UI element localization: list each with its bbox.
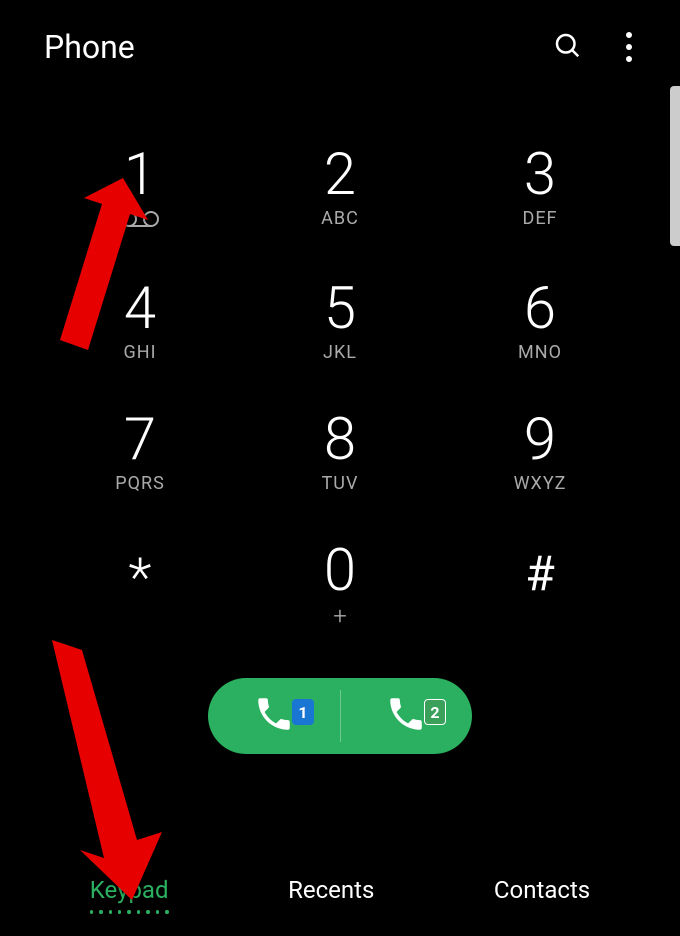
key-4[interactable]: 4 GHI <box>60 280 220 363</box>
key-9[interactable]: 9 WXYZ <box>460 411 620 494</box>
sim1-badge: 1 <box>292 699 314 725</box>
keypad: 1 2 ABC 3 DEF 4 GHI 5 JKL <box>0 146 680 630</box>
call-buttons: 1 2 <box>0 678 680 754</box>
call-sim2-button[interactable]: 2 <box>340 693 472 739</box>
call-pill: 1 2 <box>208 678 472 754</box>
app-header: Phone <box>0 0 680 86</box>
key-hash[interactable]: # <box>460 542 620 630</box>
key-5[interactable]: 5 JKL <box>260 280 420 363</box>
key-8[interactable]: 8 TUV <box>260 411 420 494</box>
tab-label: Keypad <box>90 876 169 904</box>
key-3[interactable]: 3 DEF <box>460 146 620 232</box>
tab-recents[interactable]: Recents <box>288 876 374 912</box>
phone-icon <box>385 693 427 739</box>
key-sub: TUV <box>322 473 359 494</box>
key-sub: DEF <box>523 208 558 229</box>
key-digit: # <box>525 550 555 598</box>
key-sub: PQRS <box>115 473 165 494</box>
tab-label: Contacts <box>494 876 590 904</box>
key-digit: 7 <box>124 411 156 469</box>
key-digit: 2 <box>324 146 356 204</box>
tab-contacts[interactable]: Contacts <box>494 876 590 912</box>
key-sub: MNO <box>518 342 562 363</box>
scroll-edge <box>670 86 680 246</box>
key-sub: + <box>333 602 347 630</box>
key-digit: 1 <box>124 146 156 204</box>
key-6[interactable]: 6 MNO <box>460 280 620 363</box>
tab-active-indicator <box>90 910 169 914</box>
key-7[interactable]: 7 PQRS <box>60 411 220 494</box>
key-digit: 0 <box>324 542 356 600</box>
key-digit: 5 <box>324 280 356 338</box>
key-digit: 8 <box>324 411 356 469</box>
search-icon[interactable] <box>552 30 582 64</box>
key-sub: JKL <box>323 342 357 363</box>
sim2-badge: 2 <box>424 699 446 725</box>
bottom-tabs: Keypad Recents Contacts <box>0 876 680 912</box>
key-1[interactable]: 1 <box>60 146 220 232</box>
header-actions <box>552 28 636 66</box>
more-icon[interactable] <box>622 28 636 66</box>
key-digit: 3 <box>524 146 556 204</box>
key-sub: ABC <box>321 208 359 229</box>
tab-keypad[interactable]: Keypad <box>90 876 169 912</box>
key-digit: 6 <box>524 280 556 338</box>
key-0[interactable]: 0 + <box>260 542 420 630</box>
call-sim1-button[interactable]: 1 <box>208 693 340 739</box>
key-2[interactable]: 2 ABC <box>260 146 420 232</box>
key-sub: GHI <box>124 342 157 363</box>
key-star[interactable]: * <box>60 542 220 630</box>
phone-icon <box>253 693 295 739</box>
key-digit: 9 <box>524 411 556 469</box>
key-digit: 4 <box>124 280 156 338</box>
key-digit: * <box>129 552 152 606</box>
voicemail-icon <box>120 210 160 232</box>
app-title: Phone <box>44 28 135 66</box>
tab-label: Recents <box>288 876 374 904</box>
key-sub: WXYZ <box>514 473 567 494</box>
